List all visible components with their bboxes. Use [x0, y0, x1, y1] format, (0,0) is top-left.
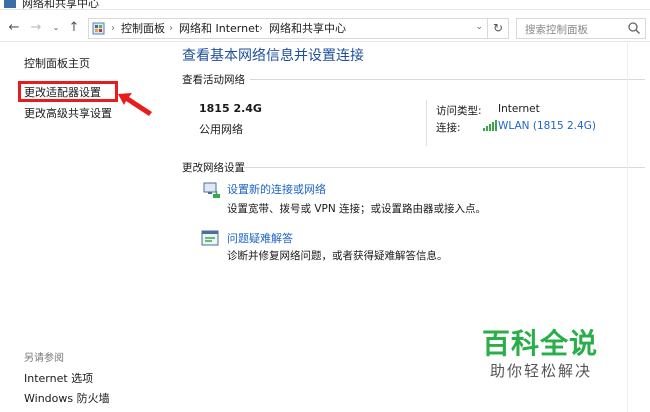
access-type-label: 访问类型:	[436, 105, 482, 117]
navigation-bar: ← → ⌄ ↑ › 控制面板 › 网络和 Internet › 网络和共享中心 …	[0, 14, 650, 42]
change-settings-title: 更改网络设置	[182, 162, 245, 174]
window-icon	[4, 0, 16, 8]
highlight-box	[18, 81, 118, 102]
title-bar: 网络和共享中心	[0, 0, 650, 10]
network-setup-icon	[203, 182, 220, 198]
back-arrow-icon[interactable]: ←	[6, 19, 22, 37]
network-name: 1815 2.4G	[199, 102, 262, 115]
sidebar-item-control-panel-home[interactable]: 控制面板主页	[24, 55, 90, 71]
breadcrumb-network-sharing-center[interactable]: 网络和共享中心	[269, 21, 346, 36]
connection-link[interactable]: WLAN (1815 2.4G)	[498, 120, 596, 132]
connection-label: 连接:	[436, 122, 461, 134]
watermark-title: 百科全说	[482, 327, 599, 360]
search-icon[interactable]	[627, 21, 641, 35]
search-input[interactable]: 搜索控制面板	[516, 18, 646, 39]
chevron-down-icon[interactable]: ⌄	[48, 19, 64, 37]
troubleshoot-desc: 诊断并修复网络问题，或者获得疑难解答信息。	[227, 250, 448, 262]
troubleshoot-icon	[201, 230, 219, 246]
active-networks-title: 查看活动网络	[182, 74, 245, 86]
control-panel-icon	[92, 22, 105, 35]
setup-new-connection-link[interactable]: 设置新的连接或网络	[227, 181, 326, 197]
watermark-subtitle: 助你轻松解决	[490, 362, 593, 380]
network-type[interactable]: 公用网络	[199, 121, 243, 137]
sidebar-item-windows-firewall[interactable]: Windows 防火墙	[24, 390, 110, 406]
breadcrumb-network-internet[interactable]: 网络和 Internet	[179, 21, 259, 36]
breadcrumb-control-panel[interactable]: 控制面板	[121, 21, 165, 36]
setup-new-connection-desc: 设置宽带、拨号或 VPN 连接；或设置路由器或接入点。	[227, 203, 487, 215]
see-also-title: 另请参阅	[24, 353, 64, 364]
search-placeholder: 搜索控制面板	[525, 24, 588, 36]
window-title: 网络和共享中心	[22, 0, 99, 10]
sidebar-item-internet-options[interactable]: Internet 选项	[24, 370, 93, 386]
address-bar[interactable]: › 控制面板 › 网络和 Internet › 网络和共享中心 ⌄	[88, 18, 488, 39]
up-arrow-icon[interactable]: ↑	[66, 19, 82, 37]
page-title: 查看基本网络信息并设置连接	[182, 48, 364, 64]
wifi-signal-icon	[483, 120, 497, 131]
troubleshoot-link[interactable]: 问题疑难解答	[227, 230, 293, 246]
refresh-icon[interactable]: ↻	[488, 18, 509, 39]
forward-arrow-icon[interactable]: →	[28, 19, 44, 37]
annotation-arrow-icon	[118, 93, 152, 116]
access-type-value: Internet	[498, 103, 540, 115]
address-dropdown-icon[interactable]: ⌄	[475, 22, 483, 32]
sidebar-item-advanced-sharing-settings[interactable]: 更改高级共享设置	[24, 105, 112, 121]
